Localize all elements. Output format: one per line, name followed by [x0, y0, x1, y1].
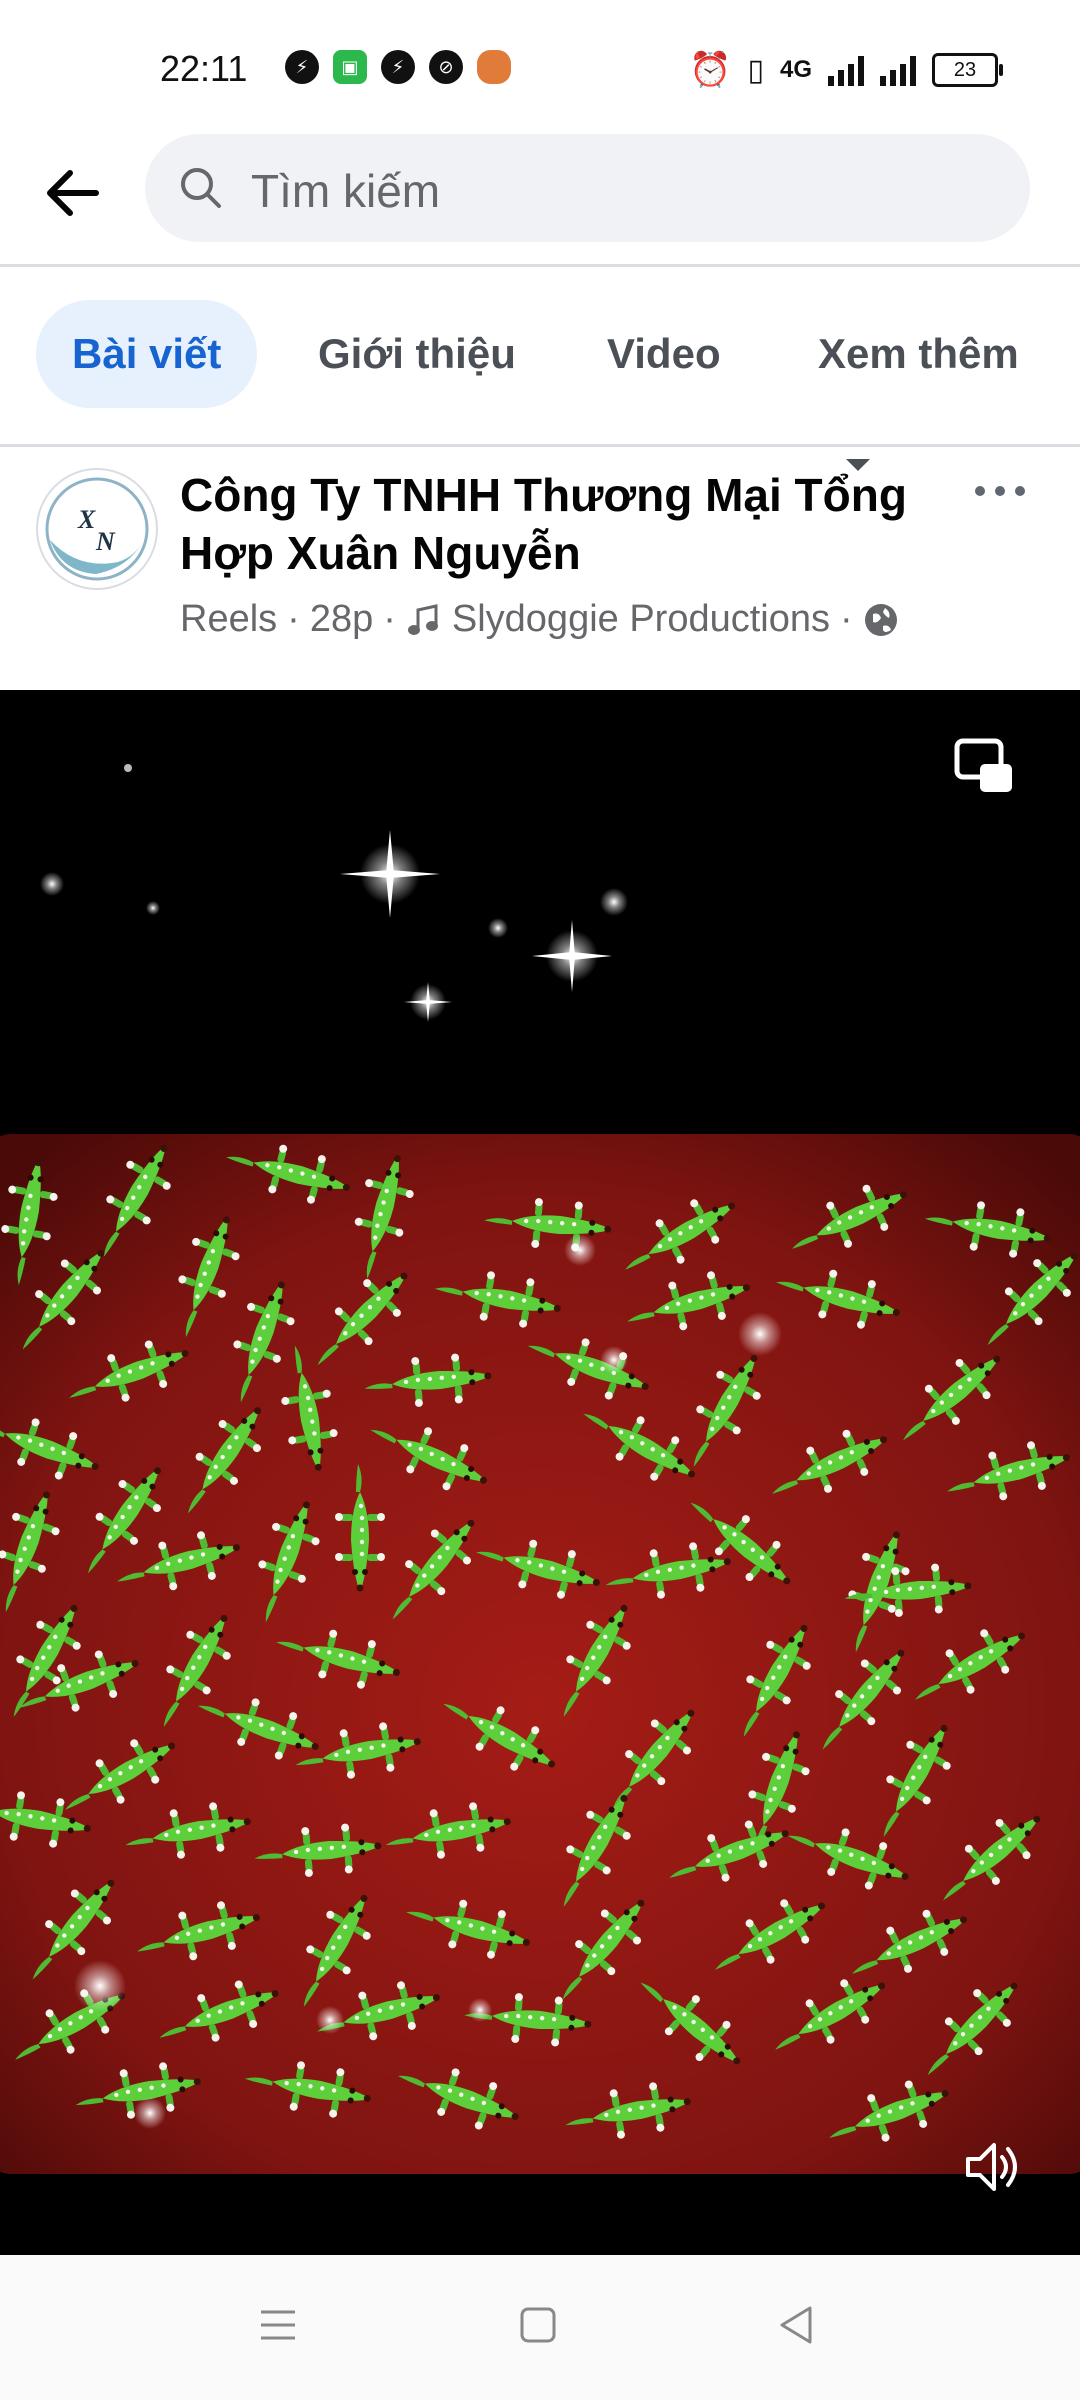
sound-icon[interactable] [962, 2137, 1022, 2197]
page-avatar[interactable]: X N [36, 468, 158, 590]
battery-icon: 23 [932, 53, 1003, 87]
separator: · [287, 598, 300, 640]
page-name[interactable]: Công Ty TNHH Thương Mại Tổng Hợp Xuân Ng… [180, 466, 920, 582]
music-note-icon [407, 603, 438, 635]
status-time: 22:11 [160, 48, 248, 89]
tab-see-more-label: Xem thêm [818, 330, 1019, 377]
search-input[interactable]: Tìm kiếm [145, 134, 1030, 242]
back-icon[interactable] [772, 2300, 822, 2350]
search-header: Tìm kiếm [0, 130, 1080, 265]
divider [0, 444, 1080, 447]
search-placeholder: Tìm kiếm [251, 165, 441, 217]
post-meta: Reels · 28p · Slydoggie Productions · [180, 598, 899, 641]
page-logo: X N [45, 477, 149, 581]
home-icon[interactable] [513, 2300, 563, 2350]
signal-icon [828, 54, 864, 86]
system-nav-bar [0, 2255, 1080, 2400]
search-icon [181, 168, 221, 208]
muted-icon: ⊘ [429, 50, 463, 84]
alarm-icon: ⏰ [689, 51, 732, 89]
tab-videos[interactable]: Video [607, 300, 721, 408]
system-icons: ⏰ ▯ 4G 23 [689, 50, 1003, 90]
divider [0, 264, 1080, 267]
post-type[interactable]: Reels [180, 598, 277, 641]
status-bar: 22:11 ⚡ ▣ ⚡ ⊘ ⏰ ▯ 4G 23 [0, 0, 1080, 130]
back-arrow-icon[interactable] [38, 158, 108, 228]
app-notification-icon [477, 50, 511, 84]
menu-icon[interactable] [253, 2300, 303, 2350]
network-type: 4G [779, 56, 812, 83]
audio-source[interactable]: Slydoggie Productions [452, 598, 830, 641]
post-time[interactable]: 28p [310, 598, 373, 641]
separator: · [383, 598, 396, 640]
separator: · [840, 598, 853, 640]
profile-tabs: Bài viết Giới thiệu Video Xem thêm [0, 300, 1080, 471]
tab-see-more[interactable]: Xem thêm [818, 300, 1080, 471]
tab-posts[interactable]: Bài viết [36, 300, 258, 408]
reel-video[interactable] [0, 690, 1080, 2255]
vibrate-icon: ▯ [747, 53, 764, 87]
app-notification-icon: ▣ [333, 50, 367, 84]
messenger-icon: ⚡ [381, 50, 415, 84]
pip-icon[interactable] [954, 738, 1014, 794]
svg-text:X: X [77, 505, 96, 534]
svg-text:N: N [95, 527, 116, 556]
globe-icon [864, 603, 897, 636]
signal-icon [880, 54, 916, 86]
tab-about[interactable]: Giới thiệu [318, 300, 516, 408]
messenger-icon: ⚡ [285, 50, 319, 84]
video-frame [0, 690, 1080, 2255]
more-icon[interactable] [970, 476, 1030, 506]
notification-icons: ⚡ ▣ ⚡ ⊘ [285, 50, 511, 84]
